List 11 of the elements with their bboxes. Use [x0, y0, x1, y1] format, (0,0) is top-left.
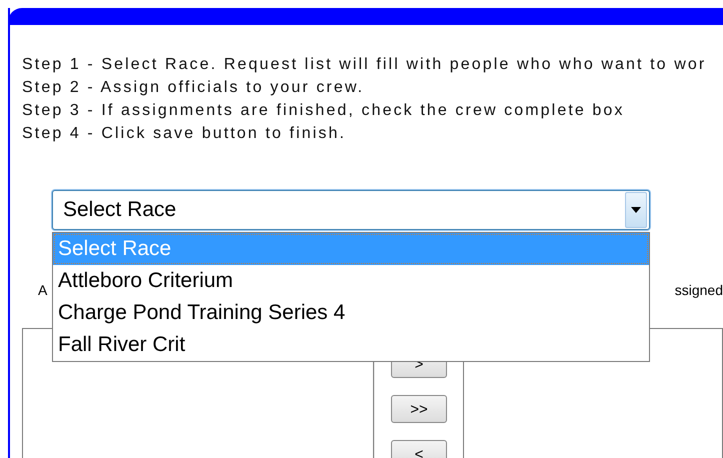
- move-button[interactable]: >>: [391, 395, 447, 423]
- requests-label: A: [38, 282, 48, 300]
- step-instruction: Step 3 - If assignments are finished, check the crew complete box: [22, 101, 626, 121]
- step-instruction: Step 2 - Assign officials to your crew.: [22, 78, 366, 98]
- assigned-label: ssigned: [674, 282, 723, 300]
- race-option[interactable]: Attleboro Criterium: [53, 265, 649, 297]
- step-instruction: Step 4 - Click save button to finish.: [22, 124, 348, 144]
- race-select[interactable]: Select Race: [52, 190, 650, 230]
- move-button[interactable]: <: [391, 440, 447, 458]
- step-instruction: Step 1 - Select Race. Request list will fill with people who who want to wor: [22, 55, 708, 75]
- race-option[interactable]: Charge Pond Training Series 4: [53, 297, 649, 329]
